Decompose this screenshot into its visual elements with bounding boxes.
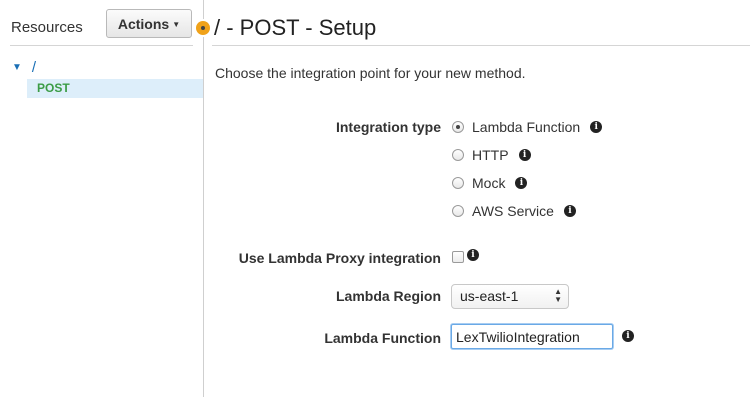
radio-option-http[interactable]: HTTP i — [452, 147, 531, 163]
orange-dot-icon[interactable] — [196, 21, 210, 35]
info-icon[interactable]: i — [622, 330, 634, 342]
page-title: / - POST - Setup — [214, 15, 377, 40]
radio-option-mock[interactable]: Mock i — [452, 175, 528, 191]
radio-label: Mock — [472, 175, 506, 191]
resources-sidebar: Resources Actions ▼ ▼ / POST — [0, 0, 204, 397]
tree-item-root[interactable]: ▼ / — [12, 59, 36, 76]
radio-lambda-function[interactable] — [452, 121, 464, 133]
radio-label: AWS Service — [472, 203, 554, 219]
page-subtitle: Choose the integration point for your ne… — [215, 65, 526, 81]
actions-button-label: Actions — [117, 15, 170, 32]
tree-root-label: / — [31, 59, 37, 76]
info-icon[interactable]: i — [515, 177, 528, 189]
select-arrows-icon: ▲ ▼ — [554, 287, 562, 304]
sidebar-title: Resources — [11, 19, 83, 36]
proxy-integration-checkbox[interactable] — [452, 251, 464, 263]
lambda-region-select[interactable]: us-east-1 ▲ ▼ — [451, 284, 569, 309]
lambda-region-label: Lambda Region — [335, 288, 441, 304]
radio-mock[interactable] — [452, 177, 464, 189]
actions-button[interactable]: Actions ▼ — [106, 9, 192, 38]
title-divider — [212, 45, 750, 46]
proxy-integration-label: Use Lambda Proxy integration — [238, 250, 441, 266]
radio-option-aws-service[interactable]: AWS Service i — [452, 203, 576, 219]
tree-item-post[interactable]: POST — [27, 79, 203, 98]
info-icon[interactable]: i — [467, 249, 479, 261]
radio-option-lambda[interactable]: Lambda Function i — [452, 119, 603, 135]
triangle-down-icon[interactable]: ▼ — [12, 62, 22, 73]
radio-http[interactable] — [452, 149, 464, 161]
sidebar-divider — [10, 45, 193, 46]
lambda-function-input[interactable] — [451, 324, 613, 349]
info-icon[interactable]: i — [563, 205, 576, 217]
caret-down-icon: ▼ — [172, 20, 181, 29]
info-icon[interactable]: i — [590, 121, 603, 133]
radio-label: Lambda Function — [472, 119, 581, 135]
region-value: us-east-1 — [460, 288, 519, 304]
radio-aws-service[interactable] — [452, 205, 464, 217]
info-icon[interactable]: i — [518, 149, 531, 161]
lambda-function-label: Lambda Function — [324, 330, 441, 346]
radio-label: HTTP — [472, 147, 509, 163]
integration-type-label: Integration type — [335, 119, 441, 135]
